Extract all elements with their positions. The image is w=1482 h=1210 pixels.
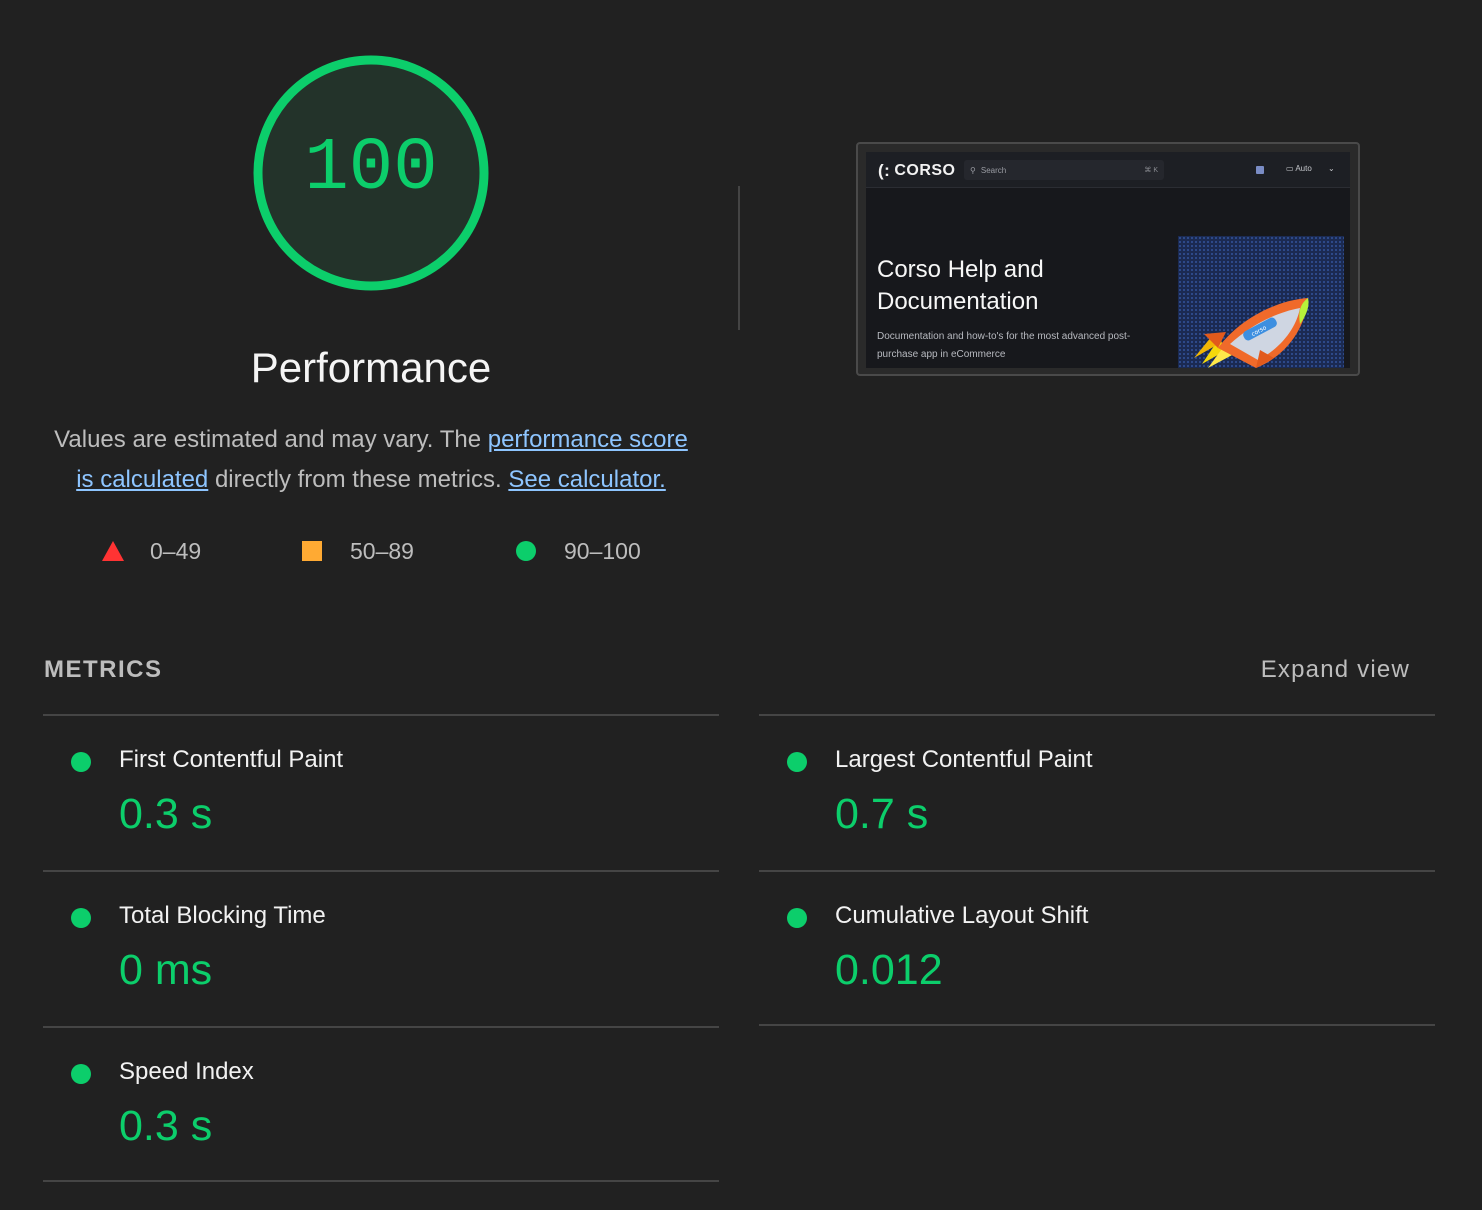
score-description: Values are estimated and may vary. The p…	[44, 420, 698, 500]
score-legend: 0–49 50–89 90–100	[0, 534, 742, 568]
pass-circle-icon	[787, 908, 807, 928]
pass-circle-icon	[787, 752, 807, 772]
rocket-illustration: corso	[1178, 236, 1344, 368]
theme-label: Auto	[1295, 164, 1312, 173]
legend-item-average: 50–89	[302, 534, 414, 568]
legend-range: 50–89	[350, 537, 414, 564]
metric-value: 0.012	[835, 946, 943, 994]
final-screenshot[interactable]: (: CORSO ⚲ Search ⌘ K ▭ Auto ⌄ Corso Hel…	[856, 142, 1360, 376]
metrics-section-title: METRICS	[44, 656, 163, 683]
square-icon	[302, 541, 322, 561]
score-title: Performance	[250, 344, 492, 391]
screenshot-subheading: Documentation and how-to's for the most …	[877, 331, 1131, 360]
metric-name: Largest Contentful Paint	[835, 746, 1093, 773]
metric-name: Speed Index	[119, 1058, 254, 1085]
see-calculator-link[interactable]: See calculator.	[508, 466, 665, 493]
metric-name: Cumulative Layout Shift	[835, 902, 1089, 929]
metric-value: 0.3 s	[119, 790, 213, 838]
legend-item-fail: 0–49	[102, 534, 201, 568]
legend-range: 0–49	[150, 537, 202, 564]
linkedin-icon	[1256, 166, 1264, 174]
corso-logo-text: CORSO	[894, 162, 956, 179]
metric-speed-index: Speed Index 0.3 s	[43, 1026, 719, 1182]
theme-toggle: ▭ Auto	[1286, 164, 1312, 173]
performance-score-gauge: 100	[250, 52, 492, 294]
metric-first-contentful-paint: First Contentful Paint 0.3 s	[43, 714, 719, 870]
metric-name: First Contentful Paint	[119, 746, 344, 773]
corso-logo: (: CORSO	[878, 161, 956, 181]
metric-value: 0.7 s	[835, 790, 929, 838]
metric-name: Total Blocking Time	[119, 902, 326, 929]
chevron-down-icon: ⌄	[1328, 164, 1335, 173]
pass-circle-icon	[71, 1064, 91, 1084]
pass-circle-icon	[71, 752, 91, 772]
screenshot-page: (: CORSO ⚲ Search ⌘ K ▭ Auto ⌄ Corso Hel…	[866, 152, 1350, 368]
monitor-icon: ▭	[1286, 164, 1294, 173]
corso-logo-mark-icon: (:	[878, 161, 891, 180]
metric-value: 0.3 s	[119, 1102, 213, 1150]
screenshot-search: ⚲ Search ⌘ K	[964, 160, 1164, 180]
metric-largest-contentful-paint: Largest Contentful Paint 0.7 s	[759, 714, 1435, 870]
legend-range: 90–100	[564, 537, 641, 564]
description-text-1: Values are estimated and may vary. The	[54, 426, 488, 453]
metric-cumulative-layout-shift: Cumulative Layout Shift 0.012	[759, 870, 1435, 1026]
pass-circle-icon	[71, 908, 91, 928]
triangle-icon	[102, 541, 124, 561]
legend-item-pass: 90–100	[516, 534, 641, 568]
score-value: 100	[304, 127, 438, 211]
metric-value: 0 ms	[119, 946, 213, 994]
circle-icon	[516, 541, 536, 561]
screenshot-navbar: (: CORSO ⚲ Search ⌘ K ▭ Auto ⌄	[866, 152, 1350, 188]
description-text-2: directly from these metrics.	[208, 466, 509, 493]
search-icon: ⚲	[970, 165, 976, 175]
screenshot-heading: Corso Help and Documentation	[877, 256, 1044, 315]
expand-view-toggle[interactable]: Expand view	[1261, 656, 1410, 684]
vertical-divider	[738, 186, 740, 330]
metric-total-blocking-time: Total Blocking Time 0 ms	[43, 870, 719, 1026]
search-shortcut: ⌘ K	[1144, 167, 1158, 174]
search-placeholder: Search	[980, 165, 1007, 175]
